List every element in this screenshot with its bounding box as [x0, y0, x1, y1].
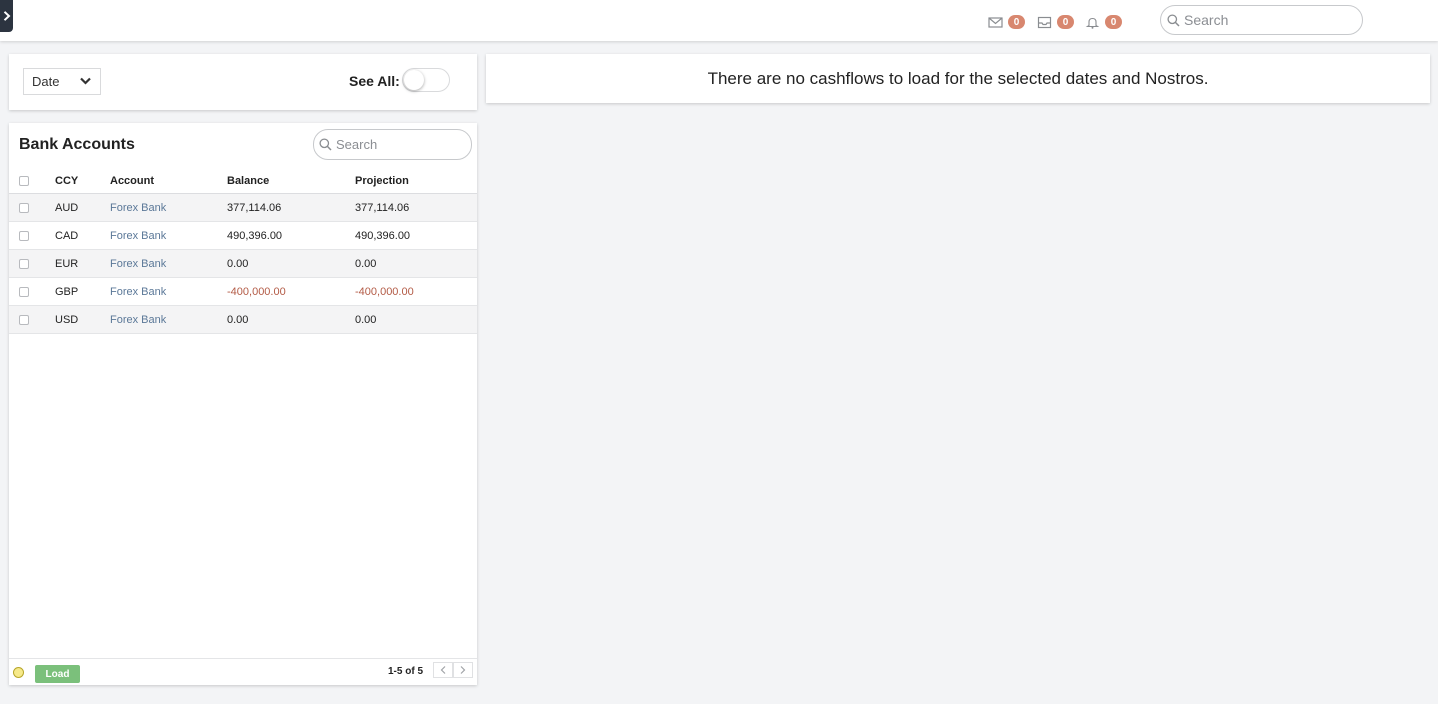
balance-cell: 0.00: [227, 257, 249, 270]
row-checkbox-cell: [19, 250, 29, 277]
ccy-cell: AUD: [55, 201, 79, 214]
projection-cell: -400,000.00: [355, 285, 414, 298]
filter-panel: Date See All:: [9, 54, 477, 110]
row-checkbox[interactable]: [19, 258, 29, 269]
alerts-count-badge: 0: [1105, 15, 1122, 29]
top-bar: 0 0 0: [0, 0, 1438, 41]
date-dropdown[interactable]: Date: [23, 68, 101, 95]
select-all-cell: [19, 168, 29, 193]
balance-cell: 377,114.06: [227, 201, 282, 214]
inbox-notification[interactable]: 0: [1037, 15, 1074, 29]
row-checkbox-cell: [19, 194, 29, 221]
table-header-row: CCY Account Balance Projection: [9, 168, 477, 194]
column-header-projection[interactable]: Projection: [355, 168, 409, 193]
select-all-checkbox[interactable]: [19, 175, 29, 186]
account-link[interactable]: Forex Bank: [110, 194, 166, 221]
row-checkbox[interactable]: [19, 314, 29, 325]
global-search: [1160, 5, 1363, 35]
date-dropdown-label: Date: [32, 74, 60, 89]
row-checkbox-cell: [19, 278, 29, 305]
balance-cell: 490,396.00: [227, 229, 283, 242]
search-icon: [319, 138, 332, 151]
inbox-count-badge: 0: [1057, 15, 1074, 29]
chevron-right-icon: [460, 666, 466, 674]
account-link[interactable]: Forex Bank: [110, 222, 166, 249]
balance-cell: -400,000.00: [227, 285, 286, 298]
account-link[interactable]: Forex Bank: [110, 306, 166, 333]
see-all-label: See All:: [349, 73, 400, 89]
chevron-right-icon: [3, 11, 10, 21]
projection-cell: 377,114.06: [355, 201, 410, 214]
messages-count-badge: 0: [1008, 15, 1025, 29]
toggle-knob: [404, 70, 424, 90]
inbox-icon: [1037, 16, 1052, 28]
bank-accounts-table: CCY Account Balance Projection AUD Forex…: [9, 168, 477, 334]
alerts-notification[interactable]: 0: [1085, 15, 1122, 29]
account-link[interactable]: Forex Bank: [110, 250, 166, 277]
messages-notification[interactable]: 0: [988, 15, 1025, 29]
sidebar-toggle-button[interactable]: [0, 0, 13, 32]
cashflow-message-panel: There are no cashflows to load for the s…: [486, 54, 1430, 103]
search-icon: [1167, 13, 1180, 27]
bell-icon: [1085, 17, 1100, 29]
projection-cell: 0.00: [355, 313, 377, 326]
projection-cell: 490,396.00: [355, 229, 411, 242]
chevron-left-icon: [440, 666, 446, 674]
pagination-info: 1-5 of 5: [388, 666, 424, 677]
table-row[interactable]: USD Forex Bank 0.00 0.00: [9, 306, 477, 334]
previous-page-button[interactable]: [433, 662, 453, 678]
global-search-input[interactable]: [1184, 12, 1354, 28]
accounts-search: [313, 129, 472, 160]
column-header-account[interactable]: Account: [110, 168, 154, 193]
status-indicator: [13, 667, 24, 678]
ccy-cell: EUR: [55, 257, 79, 270]
column-header-ccy[interactable]: CCY: [55, 168, 78, 193]
accounts-search-input[interactable]: [336, 137, 466, 152]
table-row[interactable]: EUR Forex Bank 0.00 0.00: [9, 250, 477, 278]
bank-accounts-title: Bank Accounts: [19, 136, 135, 153]
table-row[interactable]: GBP Forex Bank -400,000.00 -400,000.00: [9, 278, 477, 306]
row-checkbox[interactable]: [19, 230, 29, 241]
bank-accounts-panel: Bank Accounts CCY Account Balance Projec…: [9, 123, 477, 685]
mail-icon: [988, 16, 1003, 28]
ccy-cell: CAD: [55, 229, 79, 242]
see-all-toggle[interactable]: [402, 68, 450, 92]
ccy-cell: USD: [55, 313, 79, 326]
empty-cashflows-message: There are no cashflows to load for the s…: [707, 68, 1209, 88]
row-checkbox-cell: [19, 306, 29, 333]
table-footer: Load 1-5 of 5: [9, 658, 477, 685]
row-checkbox[interactable]: [19, 286, 29, 297]
chevron-down-icon: [80, 77, 91, 85]
row-checkbox[interactable]: [19, 202, 29, 213]
projection-cell: 0.00: [355, 257, 377, 270]
table-row[interactable]: CAD Forex Bank 490,396.00 490,396.00: [9, 222, 477, 250]
next-page-button[interactable]: [453, 662, 473, 678]
row-checkbox-cell: [19, 222, 29, 249]
account-link[interactable]: Forex Bank: [110, 278, 166, 305]
load-button[interactable]: Load: [35, 665, 80, 683]
ccy-cell: GBP: [55, 285, 79, 298]
column-header-balance[interactable]: Balance: [227, 168, 269, 193]
balance-cell: 0.00: [227, 313, 249, 326]
table-row[interactable]: AUD Forex Bank 377,114.06 377,114.06: [9, 194, 477, 222]
